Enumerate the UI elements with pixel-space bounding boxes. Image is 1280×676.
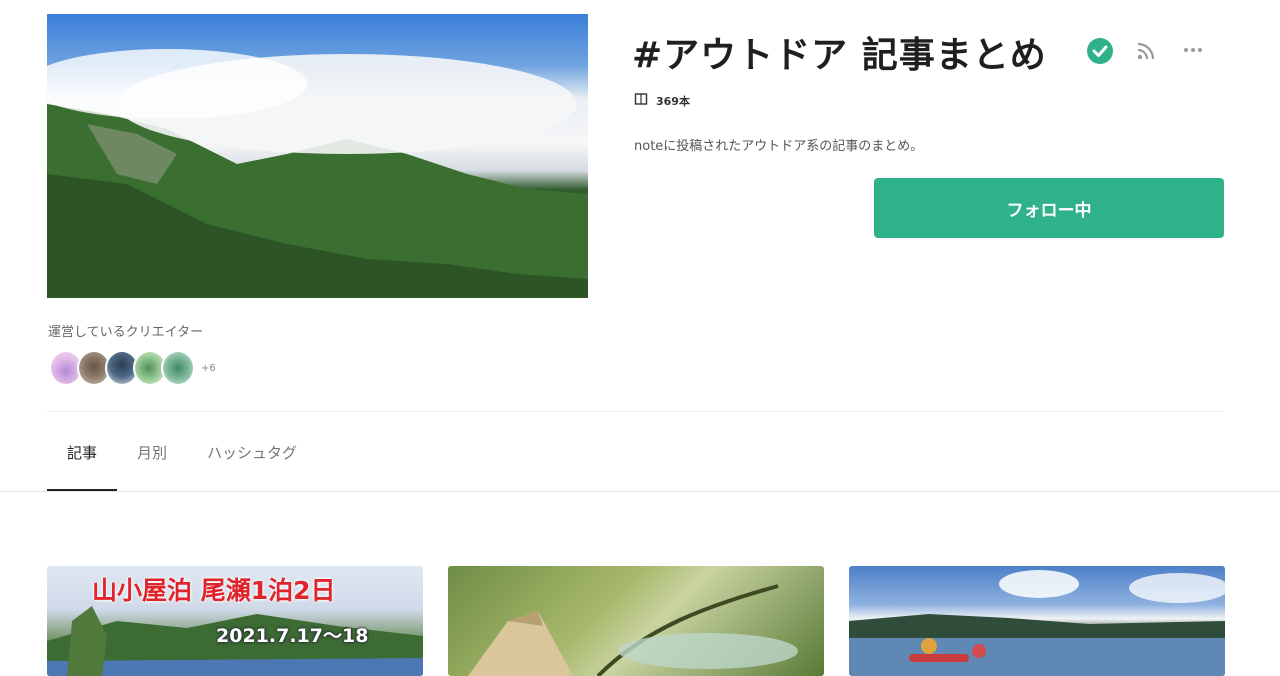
tabs-divider — [0, 491, 1280, 492]
hero-image — [47, 14, 588, 298]
section-divider — [47, 411, 1224, 412]
tab-monthly[interactable]: 月別 — [117, 430, 187, 492]
article-card-date: 2021.7.17〜18 — [216, 625, 369, 647]
article-count: 369本 — [634, 92, 690, 109]
rss-icon[interactable] — [1135, 40, 1157, 62]
avatar[interactable] — [161, 350, 195, 386]
creators-label: 運営しているクリエイター — [48, 325, 204, 340]
magazine-description: noteに投稿されたアウトドア系の記事のまとめ。 — [634, 139, 924, 154]
more-creators-count[interactable]: +6 — [201, 363, 216, 374]
verified-check-icon — [1086, 37, 1114, 65]
page-title: #アウトドア 記事まとめ — [632, 35, 1047, 76]
article-count-text: 369本 — [656, 94, 690, 108]
follow-button[interactable]: フォロー中 — [874, 178, 1224, 238]
more-horizontal-icon[interactable] — [1181, 38, 1205, 62]
article-card[interactable] — [448, 566, 824, 676]
tab-hashtags[interactable]: ハッシュタグ — [187, 430, 317, 492]
article-card[interactable] — [849, 566, 1225, 676]
article-card-title: 山小屋泊 尾瀬1泊2日 — [92, 576, 336, 605]
tab-bar: 記事 月別 ハッシュタグ — [47, 430, 317, 492]
creator-avatars: +6 — [49, 350, 216, 386]
book-icon — [634, 92, 648, 109]
tab-articles[interactable]: 記事 — [47, 430, 118, 492]
